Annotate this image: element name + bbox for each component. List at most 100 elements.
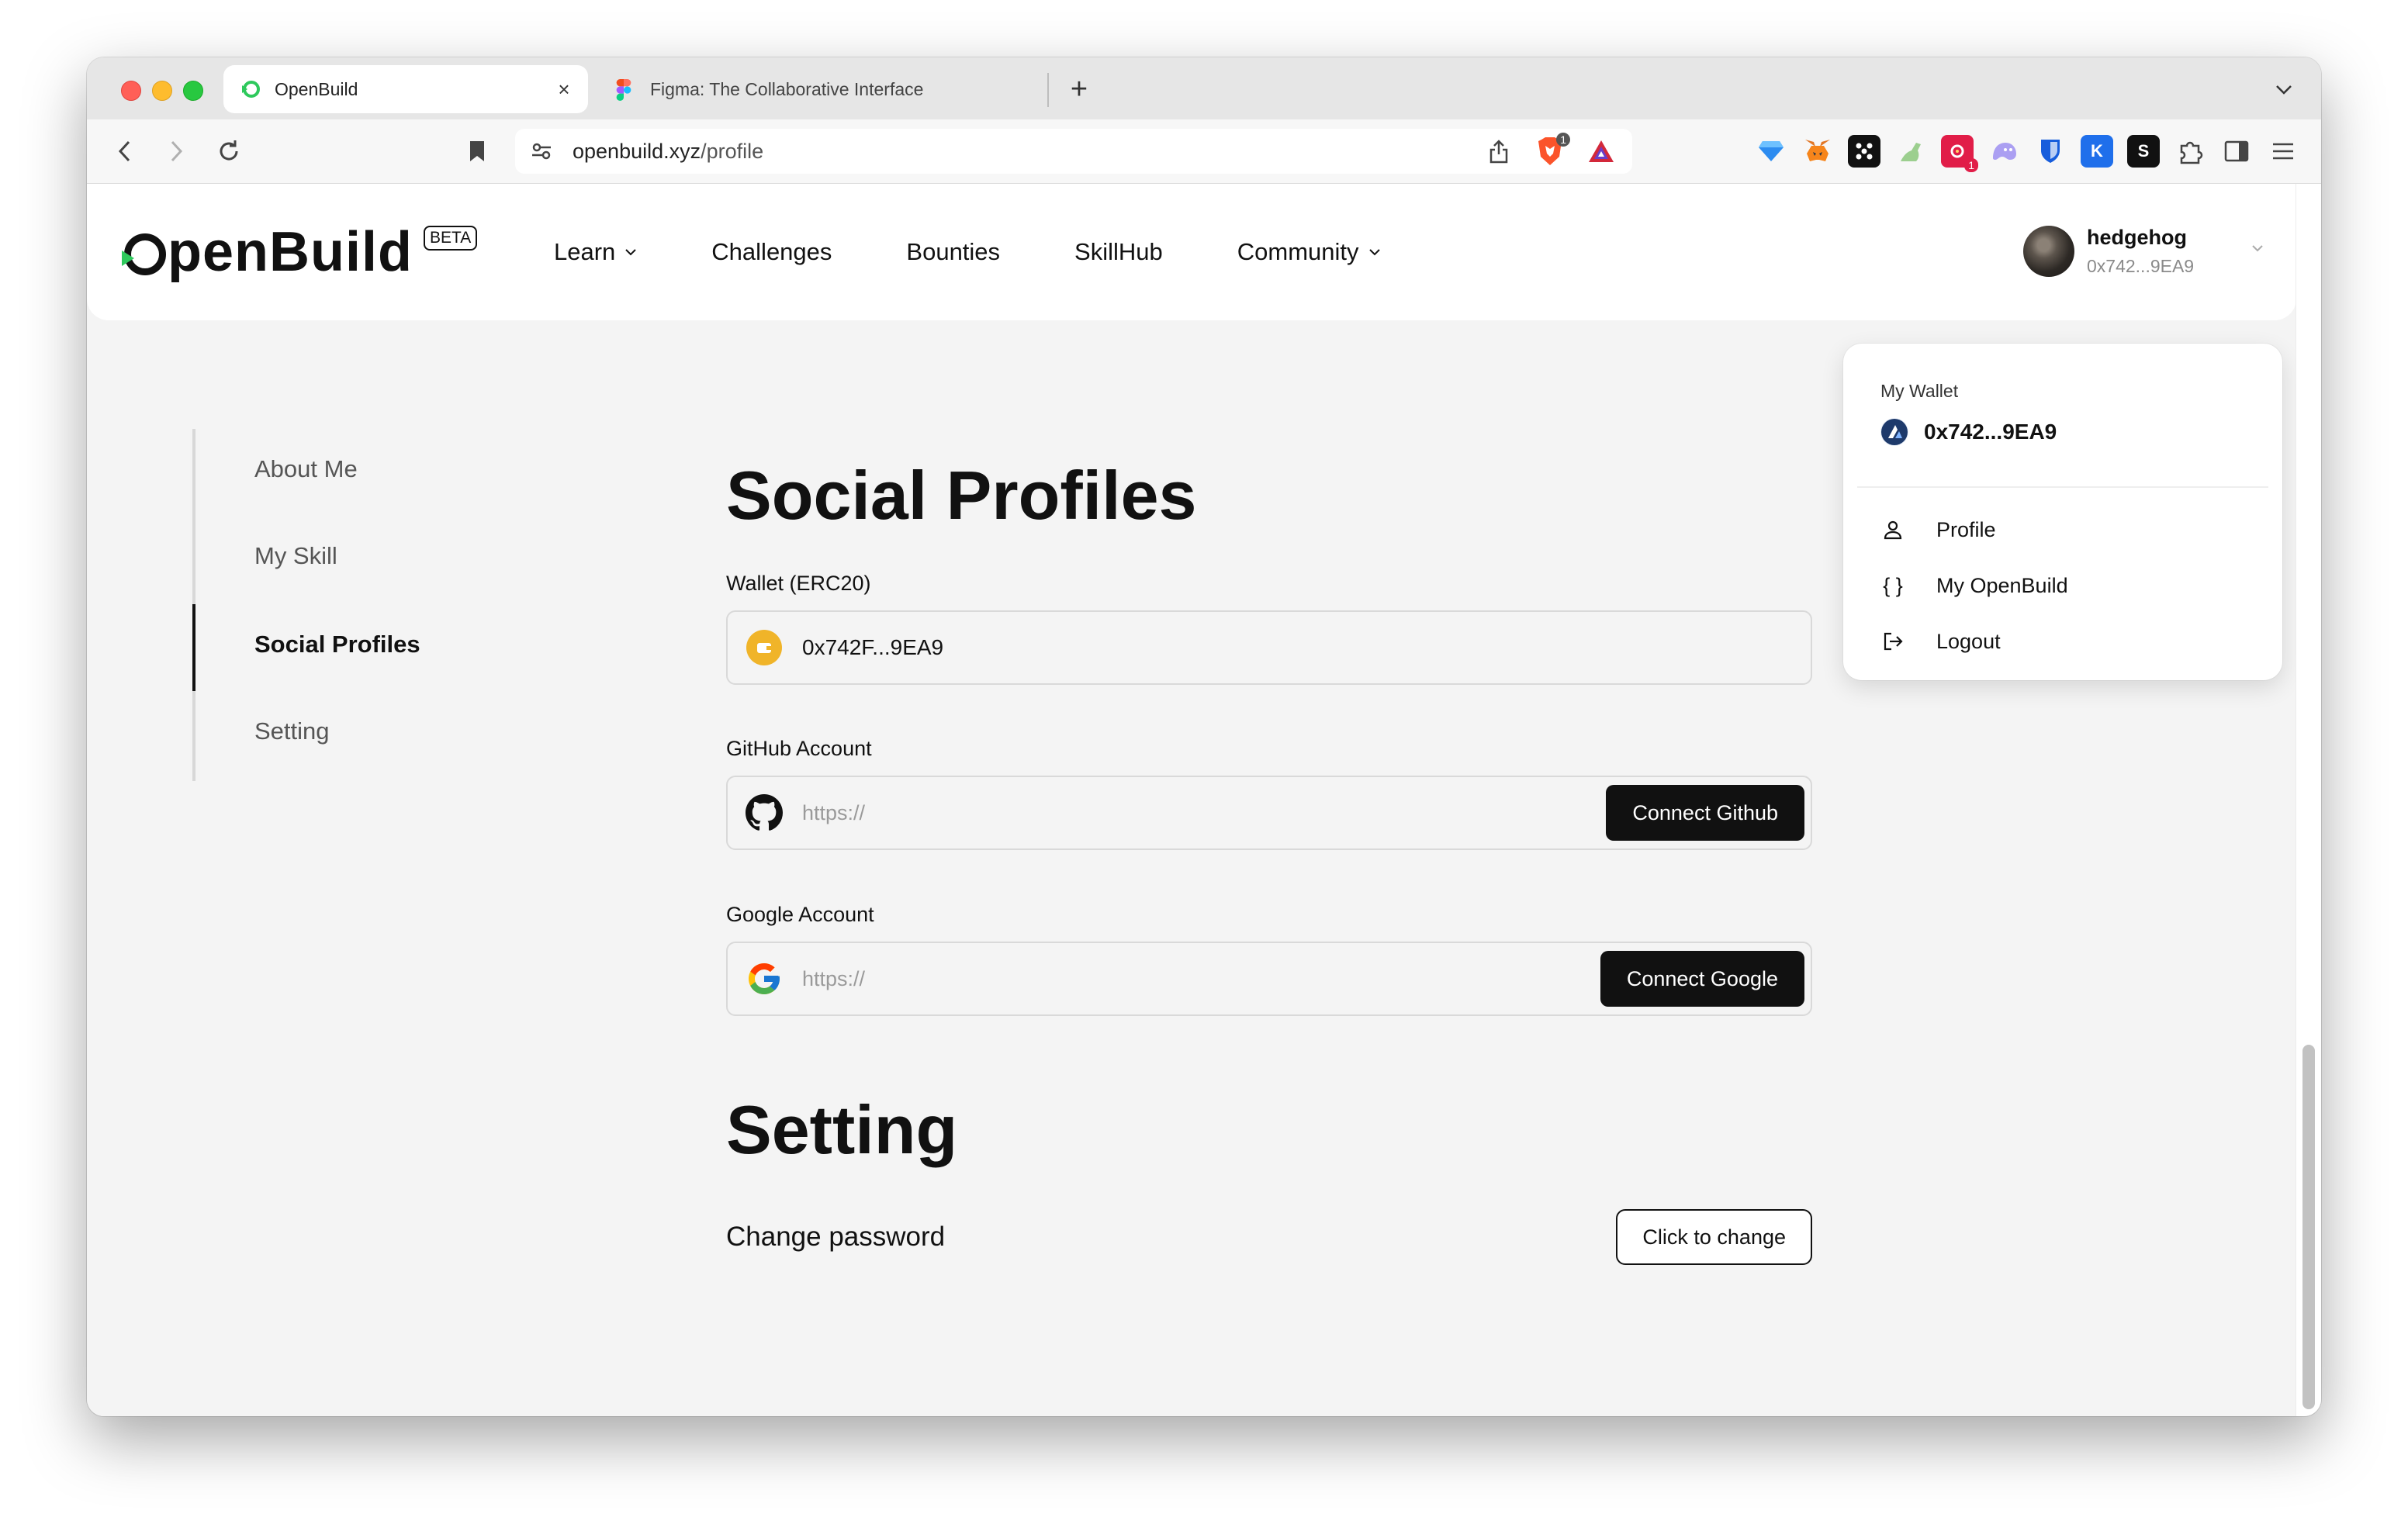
chain-logo-icon — [1880, 418, 1908, 446]
menu-item-my-openbuild[interactable]: { } My OpenBuild — [1880, 573, 2068, 598]
menu-item-label: My OpenBuild — [1936, 573, 2068, 597]
red-extension-icon[interactable]: 1 — [1941, 135, 1978, 172]
logo-wordmark: penBuild — [122, 219, 413, 285]
nav-skillhub[interactable]: SkillHub — [1074, 238, 1163, 266]
logo-play-o-icon — [122, 233, 166, 275]
user-dropdown-menu: My Wallet 0x742...9EA9 Profile { } My Op… — [1843, 344, 2282, 680]
site-header: penBuild BETA Learn Challenges Bounties … — [87, 184, 2296, 320]
chevron-down-icon — [625, 249, 637, 256]
wallet-icon — [745, 628, 784, 667]
menu-item-label: Logout — [1936, 629, 2001, 653]
figma-favicon-icon — [616, 79, 636, 101]
tab-list-chevron-icon[interactable] — [2268, 74, 2299, 105]
google-label: Google Account — [726, 903, 874, 926]
wallet-field: 0x742F...9EA9 — [726, 610, 1812, 685]
site-settings-icon[interactable] — [526, 136, 557, 167]
openbuild-favicon-icon — [240, 79, 261, 99]
sidebar-item-social-profiles[interactable]: Social Profiles — [254, 631, 420, 658]
section-title-setting: Setting — [726, 1091, 958, 1168]
ghost-extension-icon[interactable] — [1988, 135, 2020, 168]
profile-sidebar: About Me My Skill Social Profiles Settin… — [192, 429, 599, 781]
change-password-button[interactable]: Click to change — [1616, 1209, 1812, 1265]
bitwarden-shield-icon[interactable] — [2034, 135, 2067, 168]
extension-notification-badge: 1 — [1964, 158, 1978, 172]
sidebar-item-about-me[interactable]: About Me — [254, 455, 358, 483]
tab-figma[interactable]: Figma: The Collaborative Interface — [599, 65, 1033, 113]
change-password-label: Change password — [726, 1222, 946, 1252]
github-url-input[interactable]: https:// — [802, 801, 1606, 825]
sidebar-item-my-skill[interactable]: My Skill — [254, 542, 337, 570]
metamask-fox-icon[interactable] — [1801, 135, 1834, 168]
address-bar[interactable]: openbuild.xyz/profile 1 — [515, 129, 1632, 174]
scrollbar-thumb[interactable] — [2302, 1045, 2315, 1409]
github-field: https:// Connect Github — [726, 776, 1812, 850]
k-extension-icon[interactable]: K — [2081, 135, 2113, 168]
extensions-puzzle-icon[interactable] — [2174, 135, 2206, 168]
web-page: penBuild BETA Learn Challenges Bounties … — [87, 184, 2321, 1416]
tab-bar: OpenBuild × Figma: The Collaborative Int… — [87, 57, 2321, 119]
main-nav: Learn Challenges Bounties SkillHub Commu… — [554, 184, 1455, 320]
user-icon — [1880, 517, 1905, 542]
brave-rewards-icon[interactable] — [1584, 134, 1618, 168]
dinosaur-extension-icon[interactable] — [1894, 135, 1927, 168]
user-menu-trigger[interactable]: hedgehog 0x742...9EA9 — [2023, 226, 2194, 277]
bookmark-icon[interactable] — [459, 133, 495, 169]
menu-item-label: Profile — [1936, 517, 1996, 541]
menu-item-profile[interactable]: Profile — [1880, 517, 1996, 542]
url-path: /profile — [701, 139, 764, 163]
browser-window: OpenBuild × Figma: The Collaborative Int… — [87, 57, 2321, 1416]
user-name: hedgehog — [2087, 226, 2187, 249]
maximize-window-button[interactable] — [183, 81, 203, 101]
tab-separator — [1047, 73, 1049, 107]
extensions-row: 1 K S — [1755, 135, 2299, 172]
wallet-address-value: 0x742F...9EA9 — [802, 635, 944, 659]
my-wallet-heading: My Wallet — [1880, 381, 1959, 401]
active-indicator — [192, 604, 195, 691]
google-icon — [745, 959, 784, 998]
close-tab-icon[interactable]: × — [551, 76, 577, 102]
user-address: 0x742...9EA9 — [2087, 256, 2195, 276]
new-tab-button[interactable]: + — [1061, 71, 1097, 107]
share-icon[interactable] — [1483, 136, 1514, 167]
s-extension-icon[interactable]: S — [2127, 135, 2160, 168]
tab-openbuild[interactable]: OpenBuild × — [223, 65, 588, 113]
dropdown-wallet-address: 0x742...9EA9 — [1924, 420, 2057, 444]
openbuild-logo[interactable]: penBuild BETA — [122, 219, 478, 285]
sidebar-item-setting[interactable]: Setting — [254, 717, 330, 745]
nav-challenges[interactable]: Challenges — [711, 238, 832, 266]
tab-title: OpenBuild — [275, 78, 358, 99]
url-domain: openbuild.xyz — [573, 139, 701, 163]
logout-icon — [1880, 629, 1905, 654]
wallet-label: Wallet (ERC20) — [726, 572, 871, 595]
minimize-window-button[interactable] — [152, 81, 172, 101]
dropdown-wallet[interactable]: 0x742...9EA9 — [1880, 418, 2057, 446]
connect-google-button[interactable]: Connect Google — [1600, 951, 1804, 1007]
divider — [1857, 486, 2268, 488]
section-title-social-profiles: Social Profiles — [726, 457, 1197, 534]
chevron-down-icon — [1368, 249, 1380, 256]
reload-button[interactable] — [211, 133, 247, 169]
shield-count-badge: 1 — [1556, 133, 1570, 147]
forward-button[interactable] — [158, 133, 194, 169]
braces-icon: { } — [1883, 573, 1903, 597]
nav-community[interactable]: Community — [1237, 238, 1381, 266]
chevron-down-icon[interactable] — [2251, 244, 2264, 252]
github-icon — [745, 793, 784, 832]
beta-badge: BETA — [423, 226, 478, 251]
browser-toolbar: openbuild.xyz/profile 1 1 K S — [87, 119, 2321, 184]
connect-github-button[interactable]: Connect Github — [1606, 785, 1804, 841]
nav-bounties[interactable]: Bounties — [906, 238, 1000, 266]
sidebar-toggle-icon[interactable] — [2220, 135, 2253, 168]
tab-title: Figma: The Collaborative Interface — [650, 78, 924, 99]
menu-item-logout[interactable]: Logout — [1880, 629, 2001, 654]
menu-hamburger-icon[interactable] — [2267, 135, 2299, 168]
brave-shield-icon[interactable]: 1 — [1533, 133, 1570, 168]
google-url-input[interactable]: https:// — [802, 967, 1600, 991]
back-button[interactable] — [107, 133, 143, 169]
nav-learn[interactable]: Learn — [554, 238, 637, 266]
dice-extension-icon[interactable] — [1848, 135, 1880, 168]
url-text[interactable]: openbuild.xyz/profile — [573, 140, 1483, 164]
diamond-extension-icon[interactable] — [1755, 135, 1787, 168]
page-scrollbar[interactable] — [2296, 184, 2321, 1416]
close-window-button[interactable] — [121, 81, 141, 101]
